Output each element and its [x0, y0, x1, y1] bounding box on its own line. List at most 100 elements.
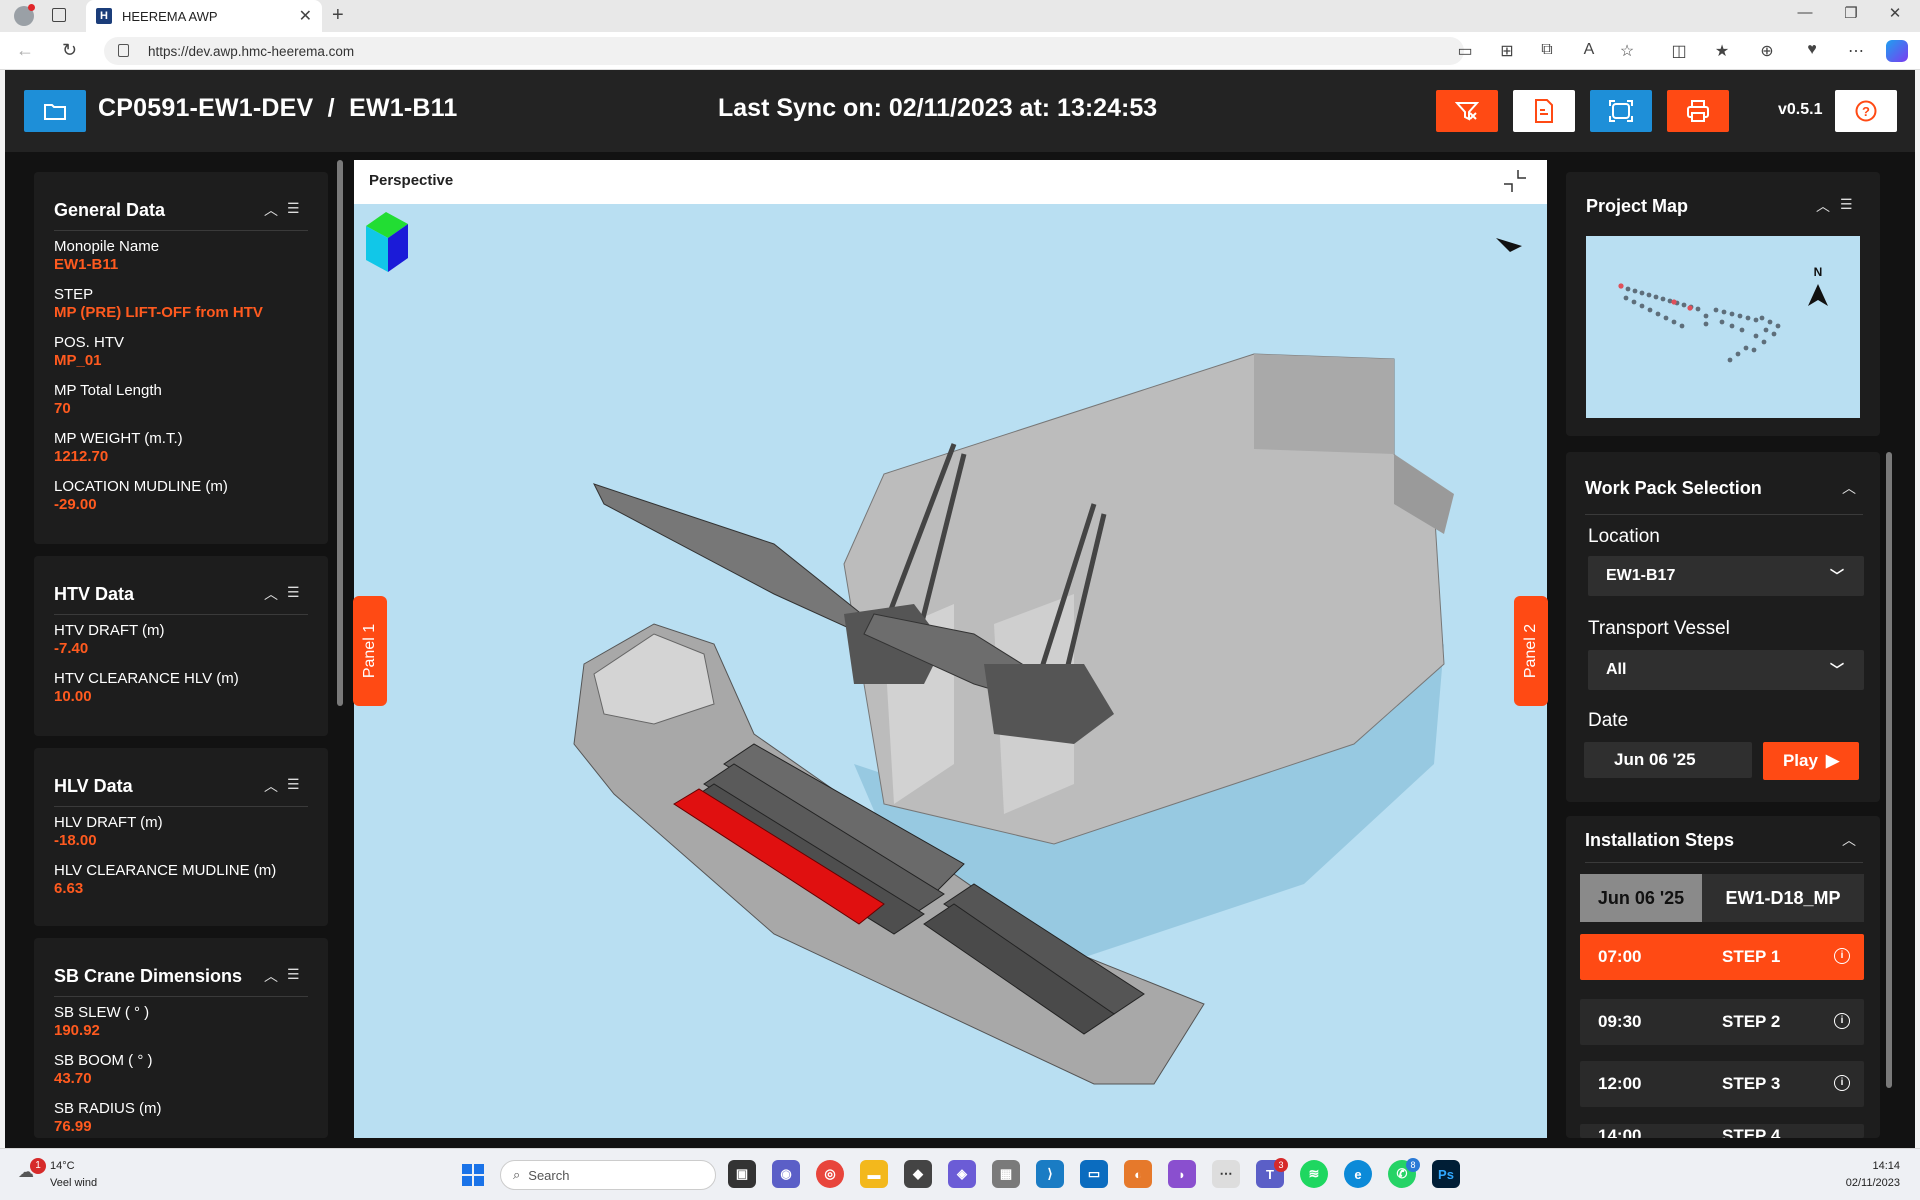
field-value: 6.63	[54, 880, 84, 897]
minimize-icon[interactable]: —	[1790, 4, 1820, 21]
close-window-icon[interactable]: ✕	[1880, 4, 1910, 22]
field-value: 70	[54, 400, 71, 417]
print-button[interactable]	[1667, 90, 1729, 132]
edge-icon[interactable]: e	[1344, 1160, 1372, 1188]
refresh-icon[interactable]: ↻	[62, 40, 77, 61]
collapse-icon[interactable]: ︿	[1842, 478, 1856, 498]
step-label: STEP 3	[1722, 1074, 1781, 1093]
filter-icon[interactable]: ☰	[287, 584, 300, 601]
sb-crane-title: SB Crane Dimensions	[54, 966, 243, 986]
collapse-icon[interactable]: ︿	[264, 584, 278, 604]
close-tab-icon[interactable]: ✕	[299, 6, 312, 26]
performance-icon[interactable]: ♥	[1800, 41, 1824, 59]
windows-start-icon[interactable]	[462, 1164, 484, 1186]
location-select[interactable]: EW1-B17 ﹀	[1588, 556, 1864, 596]
filter-icon[interactable]: ☰	[1840, 196, 1853, 213]
collapse-icon[interactable]: ︿	[264, 966, 278, 986]
field-label: LOCATION MUDLINE (m)	[54, 478, 228, 495]
divider	[54, 996, 308, 997]
chat-icon[interactable]: ◉	[772, 1160, 800, 1188]
visual-studio-icon[interactable]: ◗	[1168, 1160, 1196, 1188]
field-value: 1212.70	[54, 448, 109, 465]
copilot-icon[interactable]	[1886, 40, 1908, 62]
right-panel-scrollbar[interactable]	[1886, 452, 1892, 1088]
field-location-mudline: LOCATION MUDLINE (m) -29.00	[54, 478, 228, 513]
minimize-view-icon[interactable]	[1502, 168, 1528, 194]
extensions-icon[interactable]: ⧉	[1535, 41, 1559, 59]
export-pdf-button[interactable]	[1513, 90, 1575, 132]
url-field[interactable]: https://dev.awp.hmc-heerema.com	[104, 37, 1464, 65]
restore-icon[interactable]: ❐	[1836, 4, 1866, 22]
taskbar-search[interactable]: ⌕ Search	[500, 1160, 716, 1190]
lock-icon[interactable]	[118, 44, 129, 57]
north-arrow-icon	[1808, 284, 1828, 306]
weather-badge: 1	[30, 1158, 46, 1174]
htv-data-card: HTV Data ︿ ☰ HTV DRAFT (m) -7.40 HTV CLE…	[34, 556, 328, 736]
field-label: MP Total Length	[54, 382, 162, 399]
app-available-icon[interactable]: ▭	[1453, 41, 1477, 61]
collapse-icon[interactable]: ︿	[264, 776, 278, 796]
collapse-icon[interactable]: ︿	[1816, 196, 1830, 216]
open-project-button[interactable]	[24, 90, 86, 132]
last-sync-text: Last Sync on: 02/11/2023 at: 13:24:53	[718, 94, 1158, 122]
chrome-icon[interactable]: ◎	[816, 1160, 844, 1188]
browser-tab[interactable]: H HEEREMA AWP ✕	[86, 0, 322, 32]
play-button[interactable]: Play ▶	[1763, 742, 1859, 780]
info-icon[interactable]: i	[1834, 1075, 1850, 1091]
panel-2-toggle[interactable]: Panel 2	[1514, 596, 1548, 706]
divider	[54, 230, 308, 231]
app-icon[interactable]: ⋯	[1212, 1160, 1240, 1188]
viewport-header	[354, 160, 1547, 204]
vscode-icon[interactable]: ⟩	[1036, 1160, 1064, 1188]
info-icon[interactable]: i	[1834, 948, 1850, 964]
step-time: 09:30	[1598, 1012, 1642, 1031]
clear-filter-button[interactable]	[1436, 90, 1498, 132]
field-monopile-name: Monopile Name EW1-B11	[54, 238, 159, 273]
transport-vessel-select[interactable]: All ﹀	[1588, 650, 1864, 690]
field-value: -18.00	[54, 832, 97, 849]
app-icon[interactable]: ◈	[948, 1160, 976, 1188]
date-picker[interactable]: Jun 06 '25	[1584, 742, 1752, 778]
spotify-icon[interactable]: ≋	[1300, 1160, 1328, 1188]
project-map[interactable]: N	[1586, 236, 1860, 418]
step-row-1[interactable]: 07:00 STEP 1 i	[1580, 934, 1864, 980]
photoshop-icon[interactable]: Ps	[1432, 1160, 1460, 1188]
screenshot-button[interactable]	[1590, 90, 1652, 132]
field-sb-slew: SB SLEW ( ° ) 190.92	[54, 1004, 149, 1039]
split-screen-icon[interactable]: ◫	[1667, 41, 1691, 61]
favorites-icon[interactable]: ★	[1710, 41, 1734, 61]
favorite-star-icon[interactable]: ☆	[1615, 41, 1639, 61]
left-panel-scrollbar[interactable]	[337, 160, 343, 706]
field-label: SB SLEW ( ° )	[54, 1004, 150, 1021]
step-row-3[interactable]: 12:00 STEP 3 i	[1580, 1061, 1864, 1107]
filter-icon[interactable]: ☰	[287, 200, 300, 217]
field-step: STEP MP (PRE) LIFT-OFF from HTV	[54, 286, 263, 321]
back-icon[interactable]: ←	[16, 40, 34, 61]
read-aloud-icon[interactable]: A	[1577, 41, 1601, 59]
clock-date: 02/11/2023	[1845, 1177, 1900, 1189]
collapse-icon[interactable]: ︿	[1842, 830, 1856, 850]
filter-icon[interactable]: ☰	[287, 966, 300, 983]
tab-actions-icon[interactable]	[52, 8, 66, 22]
app-icon[interactable]: ▦	[992, 1160, 1020, 1188]
more-menu-icon[interactable]: ⋯	[1844, 41, 1868, 61]
help-button[interactable]: ?	[1835, 90, 1897, 132]
field-value: 190.92	[54, 1022, 100, 1039]
chevron-down-icon: ﹀	[1830, 662, 1844, 678]
app-icon[interactable]: ▭	[1080, 1160, 1108, 1188]
app-icon[interactable]: ◆	[904, 1160, 932, 1188]
panel-1-toggle[interactable]: Panel 1	[353, 596, 387, 706]
step-row-2[interactable]: 09:30 STEP 2 i	[1580, 999, 1864, 1045]
field-label: SB BOOM ( ° )	[54, 1052, 153, 1069]
blender-icon[interactable]: ◐	[1124, 1160, 1152, 1188]
collections-icon[interactable]: ⊕	[1755, 41, 1779, 61]
filter-icon[interactable]: ☰	[287, 776, 300, 793]
file-explorer-icon[interactable]: ▬	[860, 1160, 888, 1188]
qr-icon[interactable]: ⊞	[1495, 41, 1519, 61]
collapse-icon[interactable]: ︿	[264, 200, 278, 220]
task-view-icon[interactable]: ▣	[728, 1160, 756, 1188]
info-icon[interactable]: i	[1834, 1013, 1850, 1029]
new-tab-icon[interactable]: +	[332, 4, 344, 27]
step-row-4[interactable]: 14:00 STEP 4	[1580, 1124, 1864, 1138]
field-value: MP (PRE) LIFT-OFF from HTV	[54, 304, 263, 321]
